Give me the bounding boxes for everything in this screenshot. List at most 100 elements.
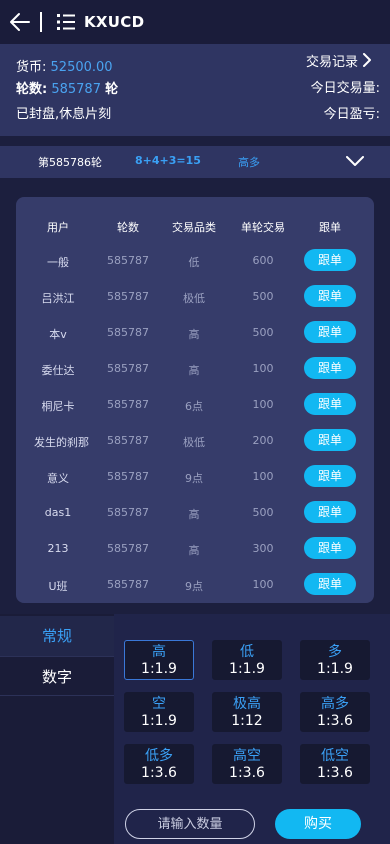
tab-regular[interactable]: 常规 xyxy=(0,616,114,656)
table-row: 一般 585787 低 600 跟单 xyxy=(16,243,374,279)
amount-cell: 500 xyxy=(252,326,274,339)
round-cell: 585787 xyxy=(107,362,149,375)
bet-option-label: 低空 xyxy=(321,748,349,764)
header-divider xyxy=(40,12,42,32)
round-cell: 585787 xyxy=(107,470,149,483)
table-body[interactable]: 一般 585787 低 600 跟单 吕洪江 585787 极低 500 跟单 本v 585787 高 5… xyxy=(16,243,374,595)
bet-option-label: 高多 xyxy=(321,696,349,712)
user-cell: das1 xyxy=(44,506,72,519)
amount-cell: 500 xyxy=(252,506,274,519)
round-suffix: 轮 xyxy=(105,82,119,97)
follow-button[interactable]: 跟单 xyxy=(304,501,356,523)
column-header-round: 轮数 xyxy=(117,221,139,234)
amount-cell: 100 xyxy=(252,398,274,411)
type-cell: 极低 xyxy=(183,292,205,305)
back-arrow-icon[interactable] xyxy=(8,10,32,34)
table-row: 本v 585787 高 500 跟单 xyxy=(16,315,374,351)
bet-option-odds: 1:1.9 xyxy=(317,661,353,677)
bet-option[interactable]: 低 1:1.9 xyxy=(212,640,282,680)
trade-records-link[interactable]: 交易记录 xyxy=(306,51,358,70)
bet-option-label: 低 xyxy=(240,644,254,660)
user-cell: 发生的刹那 xyxy=(34,436,89,449)
quantity-input[interactable] xyxy=(125,809,255,839)
type-cell: 高 xyxy=(188,328,200,341)
bet-option[interactable]: 极高 1:12 xyxy=(212,692,282,732)
bet-option-odds: 1:3.6 xyxy=(317,713,353,729)
round-cell: 585787 xyxy=(107,434,149,447)
table-row: 桐尼卡 585787 6点 100 跟单 xyxy=(16,387,374,423)
market-status: 已封盘,休息片刻 xyxy=(16,107,112,122)
bet-option-odds: 1:1.9 xyxy=(229,661,265,677)
app-title: KXUCD xyxy=(84,13,145,31)
bet-option[interactable]: 高多 1:3.6 xyxy=(300,692,370,732)
round-cell: 585787 xyxy=(107,506,149,519)
follow-button[interactable]: 跟单 xyxy=(304,393,356,415)
type-cell: 低 xyxy=(188,256,200,269)
round-cell: 585787 xyxy=(107,398,149,411)
last-round-bar[interactable]: 第585786轮 8+4+3=15 高多 xyxy=(0,146,390,178)
bet-option-label: 空 xyxy=(152,696,166,712)
last-round-formula: 8+4+3=15 xyxy=(135,154,201,167)
follow-button[interactable]: 跟单 xyxy=(304,429,356,451)
follow-button[interactable]: 跟单 xyxy=(304,321,356,343)
amount-cell: 200 xyxy=(252,434,274,447)
bet-option[interactable]: 高 1:1.9 xyxy=(124,640,194,680)
bet-option-odds: 1:3.6 xyxy=(317,765,353,781)
bet-option[interactable]: 高空 1:3.6 xyxy=(212,744,282,784)
currency-value: 52500.00 xyxy=(50,60,113,75)
column-header-user: 用户 xyxy=(47,221,69,234)
last-round-result: 高多 xyxy=(238,156,260,169)
last-round-label: 第585786轮 xyxy=(38,156,102,169)
user-cell: 桐尼卡 xyxy=(41,400,75,413)
column-header-type: 交易品类 xyxy=(172,221,216,234)
menu-icon[interactable] xyxy=(57,14,75,30)
bet-option[interactable]: 低多 1:3.6 xyxy=(124,744,194,784)
round-line: 轮数: 585787 轮 xyxy=(16,78,118,97)
type-cell: 极低 xyxy=(183,436,205,449)
follow-button[interactable]: 跟单 xyxy=(304,357,356,379)
follow-button[interactable]: 跟单 xyxy=(304,285,356,307)
user-cell: 213 xyxy=(47,542,69,555)
user-cell: 意义 xyxy=(47,472,69,485)
chevron-down-icon[interactable] xyxy=(346,156,364,167)
bet-option-odds: 1:1.9 xyxy=(141,713,177,729)
follow-button[interactable]: 跟单 xyxy=(304,249,356,271)
round-cell: 585787 xyxy=(107,254,149,267)
follow-button[interactable]: 跟单 xyxy=(304,573,356,595)
chevron-right-icon[interactable] xyxy=(362,53,372,67)
bet-option-odds: 1:12 xyxy=(231,713,263,729)
column-header-amount: 单轮交易 xyxy=(241,221,285,234)
top-bar: KXUCD xyxy=(0,0,390,44)
bet-option-label: 多 xyxy=(328,644,342,660)
type-cell: 高 xyxy=(188,364,200,377)
account-info-panel: 货币: 52500.00 轮数: 585787 轮 已封盘,休息片刻 交易记录 … xyxy=(0,44,390,136)
bet-option[interactable]: 空 1:1.9 xyxy=(124,692,194,732)
round-cell: 585787 xyxy=(107,542,149,555)
column-header-follow: 跟单 xyxy=(319,221,341,234)
bet-option[interactable]: 多 1:1.9 xyxy=(300,640,370,680)
bet-option-label: 高 xyxy=(152,644,166,660)
follow-button[interactable]: 跟单 xyxy=(304,465,356,487)
type-cell: 9点 xyxy=(185,472,203,485)
bet-option[interactable]: 低空 1:3.6 xyxy=(300,744,370,784)
bet-option-label: 低多 xyxy=(145,748,173,764)
user-cell: U班 xyxy=(48,580,68,593)
today-pnl-label: 今日盈亏: xyxy=(323,107,380,122)
currency-label: 货币: xyxy=(16,60,47,75)
bet-option-odds: 1:1.9 xyxy=(141,661,177,677)
category-sidebar: 常规 数字 xyxy=(0,614,114,844)
tab-digits[interactable]: 数字 xyxy=(0,656,114,696)
buy-button[interactable]: 购买 xyxy=(275,809,361,839)
type-cell: 6点 xyxy=(185,400,203,413)
options-panel: 购买 高1:1.9低1:1.9多1:1.9空1:1.9极高1:12高多1:3.6… xyxy=(114,614,390,844)
type-cell: 高 xyxy=(188,544,200,557)
amount-cell: 600 xyxy=(252,254,274,267)
type-cell: 高 xyxy=(188,508,200,521)
bet-option-label: 极高 xyxy=(233,696,261,712)
user-cell: 委仕达 xyxy=(41,364,75,377)
follow-table: 用户 轮数 交易品类 单轮交易 跟单 一般 585787 低 600 跟单 吕洪江 5857… xyxy=(16,197,374,603)
user-cell: 本v xyxy=(49,328,67,341)
table-row: 发生的刹那 585787 极低 200 跟单 xyxy=(16,423,374,459)
follow-button[interactable]: 跟单 xyxy=(304,537,356,559)
amount-cell: 100 xyxy=(252,470,274,483)
